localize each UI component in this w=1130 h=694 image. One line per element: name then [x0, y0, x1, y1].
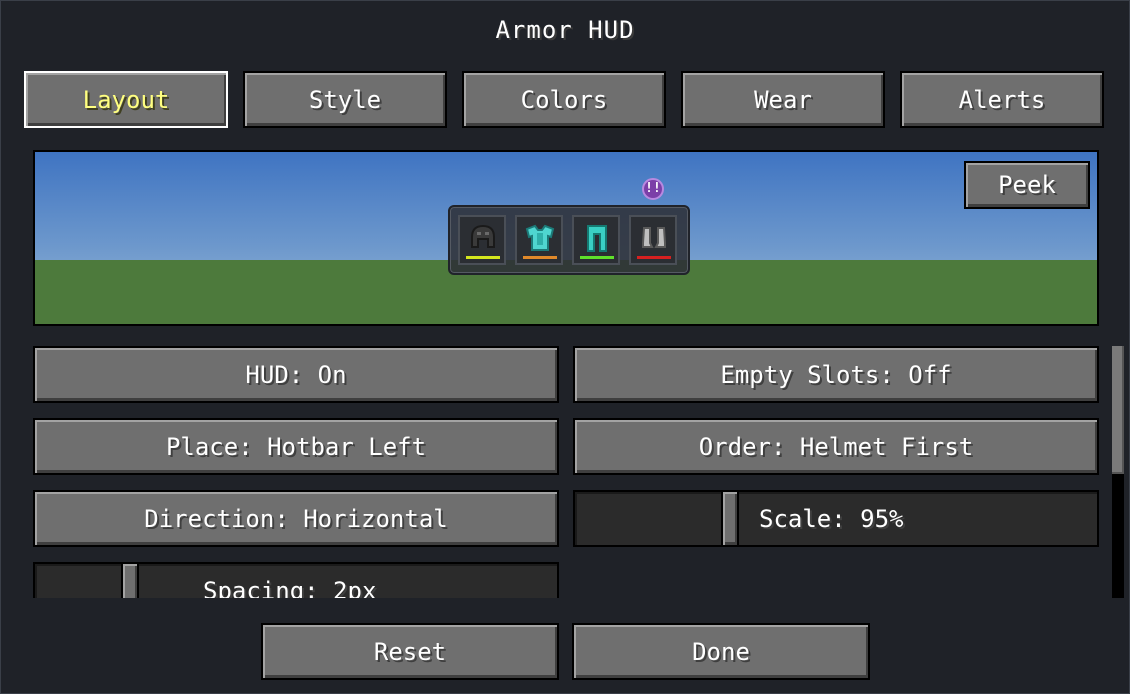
options-list: HUD: On Empty Slots: Off Place: Hotbar L… — [33, 346, 1099, 598]
scale-slider[interactable]: Scale: 95% — [573, 490, 1099, 547]
boots-durability-bar — [637, 256, 671, 259]
scrollbar-thumb[interactable] — [1112, 346, 1124, 474]
chestplate-slot — [515, 215, 563, 265]
spacing-slider[interactable]: Spacing: 2px — [33, 562, 559, 598]
hud-toggle-button[interactable]: HUD: On — [33, 346, 559, 403]
boots-icon — [642, 227, 666, 248]
chestplate-icon — [525, 224, 555, 251]
leggings-durability-bar — [580, 256, 614, 259]
helmet-durability-bar — [466, 256, 500, 259]
order-button[interactable]: Order: Helmet First — [573, 418, 1099, 475]
chestplate-durability-bar — [523, 256, 557, 259]
helmet-icon — [471, 224, 495, 248]
options-scrollbar[interactable] — [1112, 346, 1124, 598]
peek-button[interactable]: Peek — [964, 161, 1090, 209]
spacing-slider-label: Spacing: 2px — [203, 577, 377, 598]
hud-preview: !! Peek — [33, 150, 1099, 326]
scale-slider-knob[interactable] — [721, 490, 739, 547]
done-button[interactable]: Done — [572, 623, 870, 680]
reset-button[interactable]: Reset — [261, 623, 559, 680]
screen-title: Armor HUD — [495, 16, 635, 44]
helmet-slot — [458, 215, 506, 265]
tab-style[interactable]: Style — [243, 71, 447, 128]
leggings-icon — [587, 225, 607, 252]
direction-button[interactable]: Direction: Horizontal — [33, 490, 559, 547]
boots-slot — [629, 215, 677, 265]
alert-icon: !! — [642, 178, 664, 200]
tab-alerts[interactable]: Alerts — [900, 71, 1104, 128]
armor-hud — [448, 205, 690, 275]
place-button[interactable]: Place: Hotbar Left — [33, 418, 559, 475]
empty-slots-button[interactable]: Empty Slots: Off — [573, 346, 1099, 403]
leggings-slot — [572, 215, 620, 265]
tab-layout[interactable]: Layout — [24, 71, 228, 128]
spacing-slider-knob[interactable] — [121, 562, 139, 598]
scale-slider-label: Scale: 95% — [759, 505, 904, 533]
tab-wear[interactable]: Wear — [681, 71, 885, 128]
tab-colors[interactable]: Colors — [462, 71, 666, 128]
